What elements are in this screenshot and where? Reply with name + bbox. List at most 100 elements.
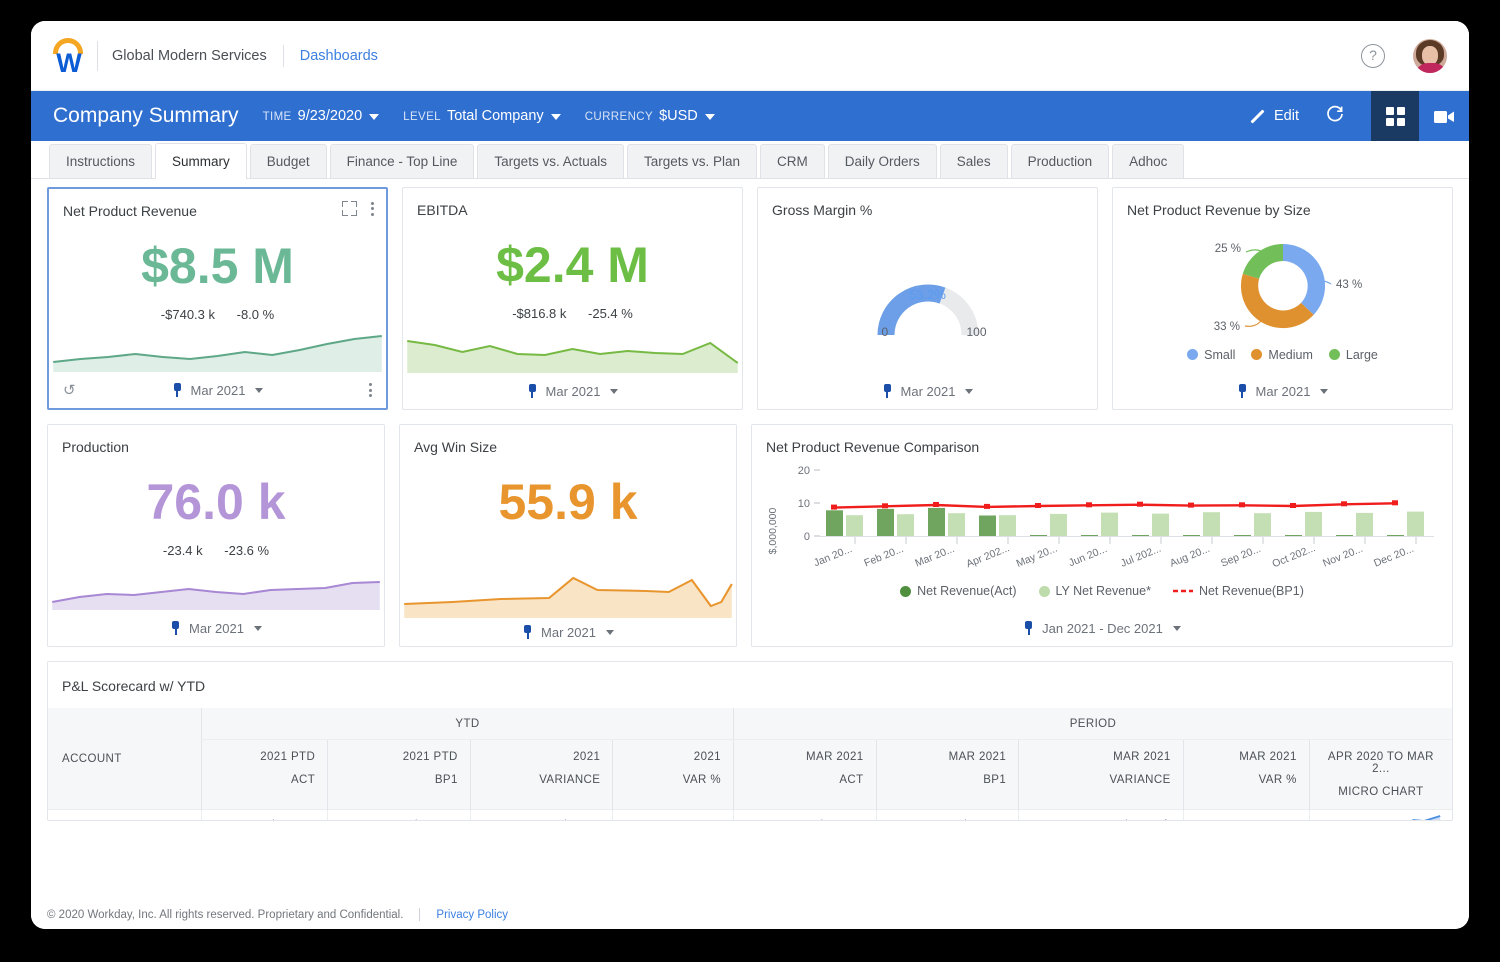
legend-item-small[interactable]: Small <box>1187 348 1235 362</box>
video-camera-button[interactable] <box>1419 91 1469 141</box>
card-period: Mar 2021 <box>901 384 956 399</box>
sparkline-production <box>48 564 384 610</box>
col-2021-ptd-act[interactable]: 2021 PTD ACT <box>202 740 328 810</box>
workday-logo-icon[interactable]: W <box>49 34 89 78</box>
prompt-level[interactable]: LEVEL Total Company <box>403 108 561 124</box>
card-avg-win-size[interactable]: Avg Win Size 55.9 k Mar 2021 <box>399 424 737 647</box>
pin-icon[interactable] <box>527 384 538 398</box>
gauge-value: 53.2% <box>853 287 1003 302</box>
prompt-currency-label: CURRENCY <box>585 111 653 123</box>
chevron-down-icon <box>705 114 715 120</box>
avatar[interactable] <box>1413 39 1447 73</box>
tab-bar: Instructions Summary Budget Finance - To… <box>31 141 1469 179</box>
global-header: W Global Modern Services Dashboards ? <box>31 21 1469 91</box>
tab-sales[interactable]: Sales <box>940 144 1008 178</box>
tab-budget[interactable]: Budget <box>250 144 327 178</box>
expand-icon[interactable] <box>342 201 357 216</box>
legend-item-net-revenue-act[interactable]: Net Revenue(Act) <box>900 584 1016 598</box>
more-options-icon[interactable] <box>369 383 372 397</box>
col-mar-2021-bp1[interactable]: MAR 2021 BP1 <box>876 740 1019 810</box>
col-account: ACCOUNT <box>48 708 202 810</box>
col-2021-var-pct[interactable]: 2021 VAR % <box>613 740 734 810</box>
pin-icon[interactable] <box>1023 621 1034 635</box>
breadcrumb-dashboards-link[interactable]: Dashboards <box>300 48 378 64</box>
sparkline-avg-win-size <box>400 556 736 618</box>
pin-icon[interactable] <box>882 384 893 398</box>
col-mar-2021-act[interactable]: MAR 2021 ACT <box>733 740 876 810</box>
legend-item-large[interactable]: Large <box>1329 348 1378 362</box>
tab-targets-vs-plan[interactable]: Targets vs. Plan <box>627 144 757 178</box>
scorecard-table: ACCOUNT YTD PERIOD 2021 PTD ACT 2021 PTD… <box>48 708 1452 820</box>
chevron-down-icon[interactable] <box>606 630 614 635</box>
privacy-policy-link[interactable]: Privacy Policy <box>436 909 508 921</box>
table-group-header-row: ACCOUNT YTD PERIOD <box>48 708 1452 740</box>
card-footer: Mar 2021 <box>758 373 1097 409</box>
tab-production[interactable]: Production <box>1011 144 1110 178</box>
donut-chart-revenue-by-size: 25 % 43 % 33 % Small Medium <box>1113 218 1452 373</box>
legend-item-medium[interactable]: Medium <box>1251 348 1312 362</box>
chevron-down-icon[interactable] <box>1320 389 1328 394</box>
chevron-down-icon[interactable] <box>1173 626 1181 631</box>
card-net-product-revenue[interactable]: Net Product Revenue $8.5 M -$740.3 k -8.… <box>47 187 388 410</box>
card-production[interactable]: Production 76.0 k -23.4 k -23.6 % Mar 20… <box>47 424 385 647</box>
tab-targets-vs-actuals[interactable]: Targets vs. Actuals <box>477 144 624 178</box>
col-mar-2021-variance[interactable]: MAR 2021 VARIANCE <box>1019 740 1184 810</box>
legend-label: Small <box>1204 348 1235 362</box>
grid-view-button[interactable] <box>1371 91 1419 141</box>
chevron-down-icon[interactable] <box>965 389 973 394</box>
group-ytd: YTD <box>202 708 734 740</box>
help-icon[interactable]: ? <box>1361 44 1385 68</box>
card-footer: Mar 2021 <box>403 373 742 409</box>
table-cell: 6.6 % <box>613 810 734 821</box>
chevron-down-icon[interactable] <box>255 388 263 393</box>
bar-chart-revenue-comparison: $,000,000 20 10 0 <box>752 455 1452 610</box>
chevron-down-icon <box>551 114 561 120</box>
card-ebitda[interactable]: EBITDA $2.4 M -$816.8 k -25.4 % Mar 2021 <box>402 187 743 410</box>
table-cell: $34.9 M <box>202 810 328 821</box>
col-2021-variance[interactable]: 2021 VARIANCE <box>470 740 613 810</box>
col-mar-2021-var-pct[interactable]: MAR 2021 VAR % <box>1183 740 1309 810</box>
col-micro-chart[interactable]: APR 2020 TO MAR 2... MICRO CHART <box>1309 740 1452 810</box>
legend-item-net-revenue-bp1[interactable]: Net Revenue(BP1) <box>1173 584 1304 598</box>
card-net-product-revenue-comparison[interactable]: Net Product Revenue Comparison $,000,000… <box>751 424 1453 647</box>
page-footer: © 2020 Workday, Inc. All rights reserved… <box>31 899 1469 929</box>
kpi-delta-pct: -8.0 % <box>237 307 275 322</box>
table-column-header-row: 2021 PTD ACT 2021 PTD BP1 2021 VARIANCE … <box>48 740 1452 810</box>
tab-crm[interactable]: CRM <box>760 144 825 178</box>
line-net-revenue-bp1 <box>834 503 1395 507</box>
tab-daily-orders[interactable]: Daily Orders <box>828 144 937 178</box>
prompt-time-value: 9/23/2020 <box>298 108 363 124</box>
legend-item-ly-net-revenue[interactable]: LY Net Revenue* <box>1039 584 1151 598</box>
chevron-down-icon[interactable] <box>254 626 262 631</box>
tab-instructions[interactable]: Instructions <box>49 144 152 178</box>
pin-icon[interactable] <box>1237 384 1248 398</box>
card-period: Mar 2021 <box>189 621 244 636</box>
card-net-product-revenue-by-size[interactable]: Net Product Revenue by Size <box>1112 187 1453 410</box>
card-title: Gross Margin % <box>758 188 1097 218</box>
more-options-icon[interactable] <box>371 202 374 216</box>
legend-swatch <box>1329 349 1340 360</box>
table-row[interactable]: Revenue $34.9 M $32.8 M $2.2 M 6.6 % $12… <box>48 810 1452 821</box>
prompt-time[interactable]: TIME 9/23/2020 <box>263 108 380 124</box>
pin-icon[interactable] <box>172 383 183 397</box>
legend-swatch <box>900 586 911 597</box>
reset-icon[interactable]: ↺ <box>63 381 76 399</box>
refresh-icon[interactable] <box>1325 104 1345 129</box>
col-2021-ptd-bp1[interactable]: 2021 PTD BP1 <box>328 740 471 810</box>
tab-finance-top-line[interactable]: Finance - Top Line <box>330 144 475 178</box>
tab-summary[interactable]: Summary <box>155 143 247 179</box>
tab-adhoc[interactable]: Adhoc <box>1112 144 1184 178</box>
comparison-legend: Net Revenue(Act) LY Net Revenue* Net Rev… <box>762 584 1442 598</box>
divider <box>97 41 98 71</box>
prompt-currency[interactable]: CURRENCY $USD <box>585 108 715 124</box>
organization-name: Global Modern Services <box>112 48 267 64</box>
pin-icon[interactable] <box>170 621 181 635</box>
kpi-delta: -23.4 k -23.6 % <box>48 543 384 558</box>
chevron-down-icon[interactable] <box>610 389 618 394</box>
edit-button[interactable]: Edit <box>1250 108 1299 124</box>
scorecard-table-scroll[interactable]: ACCOUNT YTD PERIOD 2021 PTD ACT 2021 PTD… <box>48 708 1452 820</box>
sparkline-ebitda <box>403 327 742 373</box>
card-gross-margin[interactable]: Gross Margin % 53.2% 0 100 Mar 2021 <box>757 187 1098 410</box>
kpi-value: $8.5 M <box>49 241 386 291</box>
pin-icon[interactable] <box>522 625 533 639</box>
